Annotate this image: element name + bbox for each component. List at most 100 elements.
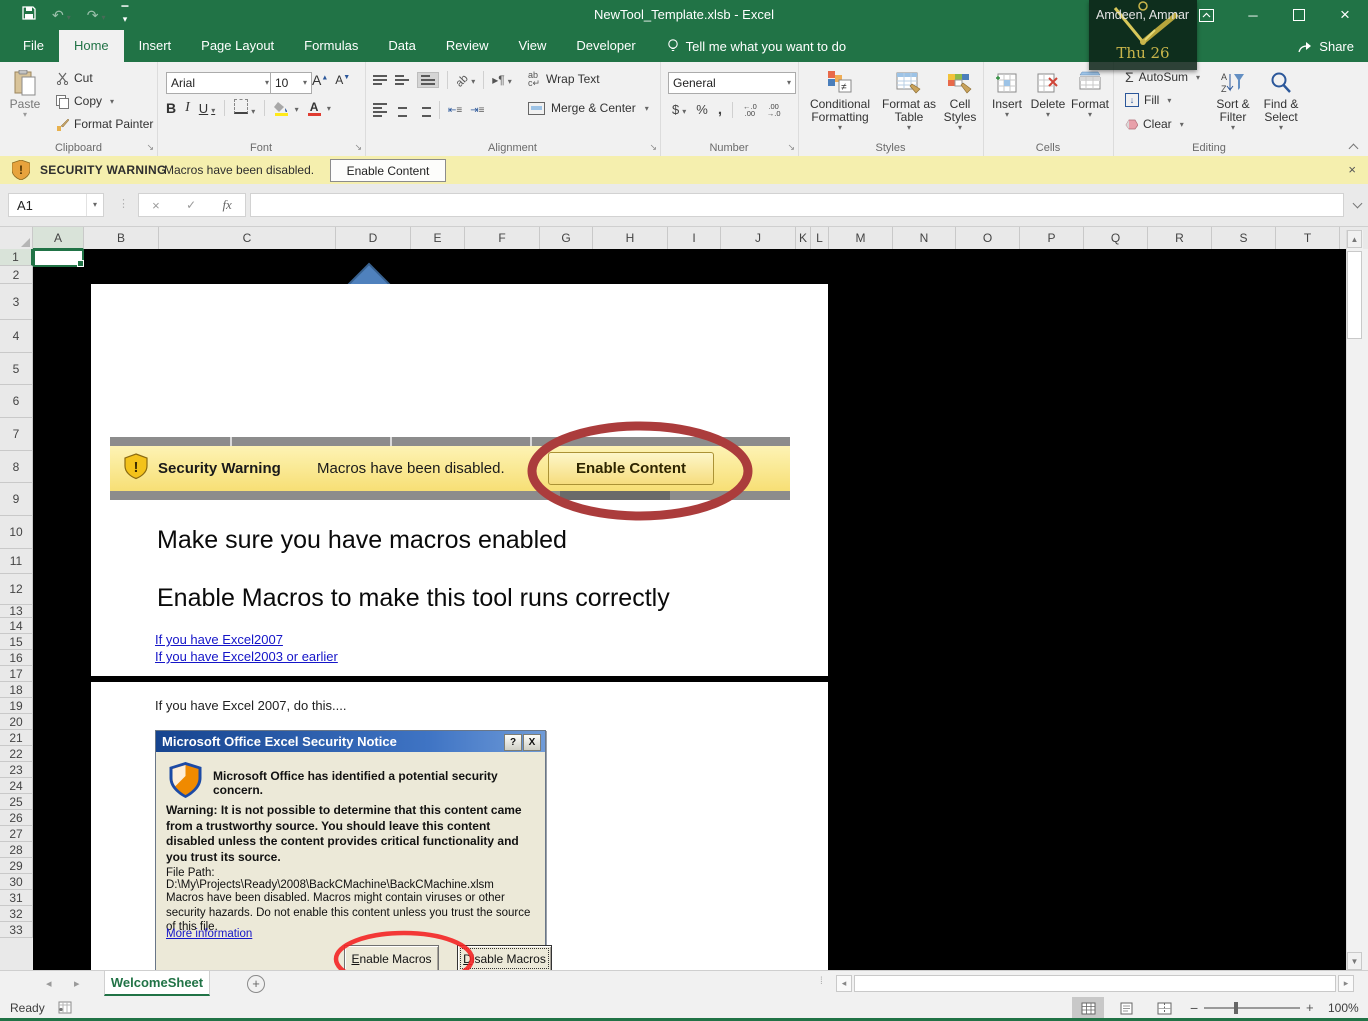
ribbon-display-options-icon[interactable] xyxy=(1182,0,1230,30)
column-header-I[interactable]: I xyxy=(668,227,721,250)
share-button[interactable]: Share xyxy=(1298,30,1354,62)
column-header-K[interactable]: K xyxy=(796,227,811,250)
row-header-1[interactable]: 1 xyxy=(0,249,33,266)
row-header-12[interactable]: 12 xyxy=(0,574,33,605)
vertical-scroll-thumb[interactable] xyxy=(1347,251,1362,339)
dialog-title-bar[interactable]: Microsoft Office Excel Security Notice xyxy=(156,731,545,752)
row-header-6[interactable]: 6 xyxy=(0,385,33,418)
row-header-32[interactable]: 32 xyxy=(0,906,33,922)
fill-button[interactable]: ↓ Fill xyxy=(1125,93,1171,107)
macro-record-icon[interactable] xyxy=(58,1001,72,1017)
align-center-icon[interactable] xyxy=(395,103,409,117)
row-header-20[interactable]: 20 xyxy=(0,714,33,730)
borders-button[interactable] xyxy=(234,99,255,117)
comma-format-button[interactable]: , xyxy=(718,101,722,118)
tab-formulas[interactable]: Formulas xyxy=(289,30,373,62)
row-header-22[interactable]: 22 xyxy=(0,746,33,762)
column-header-C[interactable]: C xyxy=(159,227,336,250)
delete-cells-button[interactable]: Delete ▾ xyxy=(1028,68,1068,119)
scroll-up-icon[interactable]: ▲ xyxy=(1347,230,1362,248)
font-color-button[interactable]: A xyxy=(308,100,331,116)
row-header-14[interactable]: 14 xyxy=(0,618,33,634)
column-header-P[interactable]: P xyxy=(1020,227,1084,250)
tab-file[interactable]: File xyxy=(8,30,59,62)
alignment-dialog-launcher-icon[interactable]: ↘ xyxy=(649,142,657,153)
column-header-R[interactable]: R xyxy=(1148,227,1212,250)
row-header-28[interactable]: 28 xyxy=(0,842,33,858)
row-header-25[interactable]: 25 xyxy=(0,794,33,810)
sheet-tab-welcomesheet[interactable]: WelcomeSheet xyxy=(104,971,210,996)
excel2003-link[interactable]: If you have Excel2003 or earlier xyxy=(155,649,338,664)
column-header-Q[interactable]: Q xyxy=(1084,227,1148,250)
row-header-17[interactable]: 17 xyxy=(0,666,33,682)
find-select-button[interactable]: Find & Select ▾ xyxy=(1259,68,1303,132)
horizontal-scrollbar[interactable] xyxy=(854,975,1336,992)
row-header-29[interactable]: 29 xyxy=(0,858,33,874)
align-top-icon[interactable] xyxy=(373,75,387,85)
orientation-button[interactable]: ab xyxy=(456,73,475,87)
row-header-3[interactable]: 3 xyxy=(0,284,33,320)
decrease-decimal-icon[interactable]: .00→.0 xyxy=(767,103,781,117)
tab-insert[interactable]: Insert xyxy=(124,30,187,62)
column-header-E[interactable]: E xyxy=(411,227,465,250)
fill-color-button[interactable] xyxy=(274,101,298,116)
number-format-select[interactable]: General▾ xyxy=(668,72,796,94)
tab-page-layout[interactable]: Page Layout xyxy=(186,30,289,62)
increase-decimal-icon[interactable]: ←.0.00 xyxy=(743,103,757,117)
column-header-F[interactable]: F xyxy=(465,227,540,250)
minimize-button[interactable]: ─ xyxy=(1230,0,1276,30)
align-left-icon[interactable] xyxy=(373,103,387,117)
bold-button[interactable]: B xyxy=(166,100,176,116)
normal-view-icon[interactable] xyxy=(1072,997,1104,1019)
confirm-entry-icon[interactable]: ✓ xyxy=(186,198,196,212)
collapse-ribbon-icon[interactable] xyxy=(1350,142,1358,150)
column-header-B[interactable]: B xyxy=(84,227,159,250)
italic-button[interactable]: I xyxy=(185,100,190,116)
column-header-N[interactable]: N xyxy=(893,227,956,250)
tell-me-box[interactable]: Tell me what you want to do xyxy=(667,30,846,62)
row-header-9[interactable]: 9 xyxy=(0,483,33,516)
decrease-indent-icon[interactable]: ⇤≡ xyxy=(448,105,462,116)
font-name-select[interactable]: Arial▾ xyxy=(166,72,274,94)
row-header-10[interactable]: 10 xyxy=(0,516,33,549)
conditional-formatting-button[interactable]: ≠ Conditional Formatting ▾ xyxy=(804,68,876,132)
row-header-2[interactable]: 2 xyxy=(0,266,33,284)
insert-cells-button[interactable]: Insert ▾ xyxy=(988,68,1026,119)
zoom-out-icon[interactable]: − xyxy=(1190,1000,1198,1016)
maximize-button[interactable] xyxy=(1276,0,1322,30)
zoom-slider-handle[interactable] xyxy=(1234,1002,1238,1014)
grow-font-icon[interactable]: A▲ xyxy=(312,72,328,88)
dialog-help-icon[interactable]: ? xyxy=(504,734,522,751)
cut-button[interactable]: Cut xyxy=(56,71,93,85)
copy-button[interactable]: Copy xyxy=(56,94,114,108)
tab-view[interactable]: View xyxy=(503,30,561,62)
sheet-nav-left-icon[interactable]: ◂ xyxy=(46,977,52,990)
zoom-in-icon[interactable]: + xyxy=(1306,1000,1314,1015)
row-header-31[interactable]: 31 xyxy=(0,890,33,906)
column-header-T[interactable]: T xyxy=(1276,227,1340,250)
row-header-4[interactable]: 4 xyxy=(0,320,33,353)
underline-button[interactable]: U xyxy=(199,101,215,116)
clipboard-dialog-launcher-icon[interactable]: ↘ xyxy=(146,142,154,153)
tab-developer[interactable]: Developer xyxy=(561,30,650,62)
row-header-15[interactable]: 15 xyxy=(0,634,33,650)
hscroll-right-icon[interactable]: ▸ xyxy=(1338,975,1354,992)
fill-handle[interactable] xyxy=(77,260,84,267)
more-information-link[interactable]: More information xyxy=(166,928,252,940)
number-dialog-launcher-icon[interactable]: ↘ xyxy=(787,142,795,153)
expand-formula-bar-icon[interactable] xyxy=(1354,200,1361,207)
align-bottom-icon[interactable] xyxy=(417,72,439,88)
increase-indent-icon[interactable]: ⇥≡ xyxy=(470,105,484,116)
column-header-A[interactable]: A xyxy=(33,227,84,250)
column-header-J[interactable]: J xyxy=(721,227,796,250)
column-header-D[interactable]: D xyxy=(336,227,411,250)
format-painter-button[interactable]: Format Painter xyxy=(56,117,153,131)
autosum-button[interactable]: Σ AutoSum xyxy=(1125,69,1200,85)
row-header-26[interactable]: 26 xyxy=(0,810,33,826)
name-box-caret-icon[interactable]: ▾ xyxy=(86,194,103,216)
row-header-19[interactable]: 19 xyxy=(0,698,33,714)
column-header-L[interactable]: L xyxy=(811,227,829,250)
row-header-30[interactable]: 30 xyxy=(0,874,33,890)
row-header-11[interactable]: 11 xyxy=(0,549,33,574)
align-middle-icon[interactable] xyxy=(395,75,409,85)
